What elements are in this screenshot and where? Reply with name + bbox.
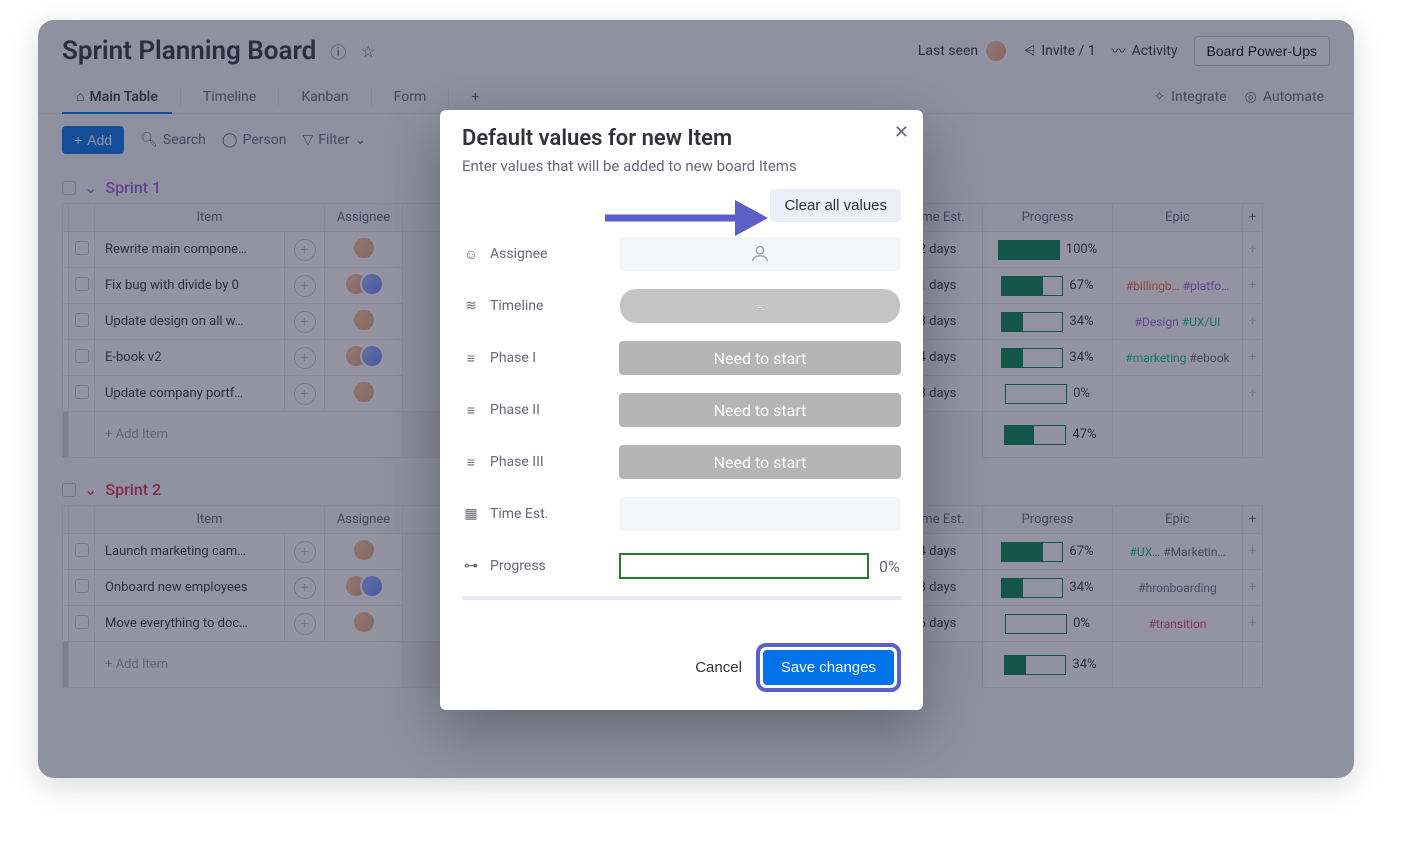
field-phase1: ≡ Phase I Need to start: [462, 332, 901, 384]
clear-all-values-button[interactable]: Clear all values: [770, 189, 901, 222]
time-est-value[interactable]: [619, 497, 901, 531]
progress-percent: 0%: [879, 557, 900, 576]
field-phase1-label: Phase I: [490, 350, 536, 366]
progress-input[interactable]: [619, 553, 869, 579]
field-progress: ⊶ Progress 0%: [462, 540, 901, 592]
status-icon: ≡: [462, 350, 480, 367]
annotation-arrow: [600, 190, 770, 246]
modal-footer: Cancel Save changes: [440, 629, 923, 710]
scrollbar[interactable]: [462, 596, 901, 600]
status-icon: ≡: [462, 402, 480, 419]
field-assignee-label: Assignee: [490, 246, 547, 262]
modal-subtitle: Enter values that will be added to new b…: [462, 157, 901, 175]
person-outline-icon: [749, 243, 771, 265]
cancel-button[interactable]: Cancel: [695, 659, 742, 676]
field-progress-label: Progress: [490, 558, 546, 574]
field-time-est: ▦ Time Est.: [462, 488, 901, 540]
progress-value-wrap: 0%: [619, 549, 901, 583]
link-icon: ⊶: [462, 558, 480, 574]
field-timeline-label: Timeline: [490, 298, 543, 314]
field-timeline: ≋ Timeline -: [462, 280, 901, 332]
phase2-value[interactable]: Need to start: [619, 393, 901, 427]
timeline-icon: ≋: [462, 298, 480, 314]
people-icon: ☺: [462, 246, 480, 263]
field-phase3-label: Phase III: [490, 454, 544, 470]
field-time-est-label: Time Est.: [490, 506, 548, 522]
field-phase2-label: Phase II: [490, 402, 540, 418]
timeline-value[interactable]: -: [620, 289, 900, 323]
field-phase3: ≡ Phase III Need to start: [462, 436, 901, 488]
phase3-value[interactable]: Need to start: [619, 445, 901, 479]
modal-title: Default values for new Item: [462, 126, 901, 151]
close-icon[interactable]: ✕: [894, 122, 909, 143]
status-icon: ≡: [462, 454, 480, 471]
save-highlight: Save changes: [756, 643, 901, 692]
field-phase2: ≡ Phase II Need to start: [462, 384, 901, 436]
number-icon: ▦: [462, 506, 480, 522]
phase1-value[interactable]: Need to start: [619, 341, 901, 375]
save-changes-button[interactable]: Save changes: [763, 650, 894, 685]
